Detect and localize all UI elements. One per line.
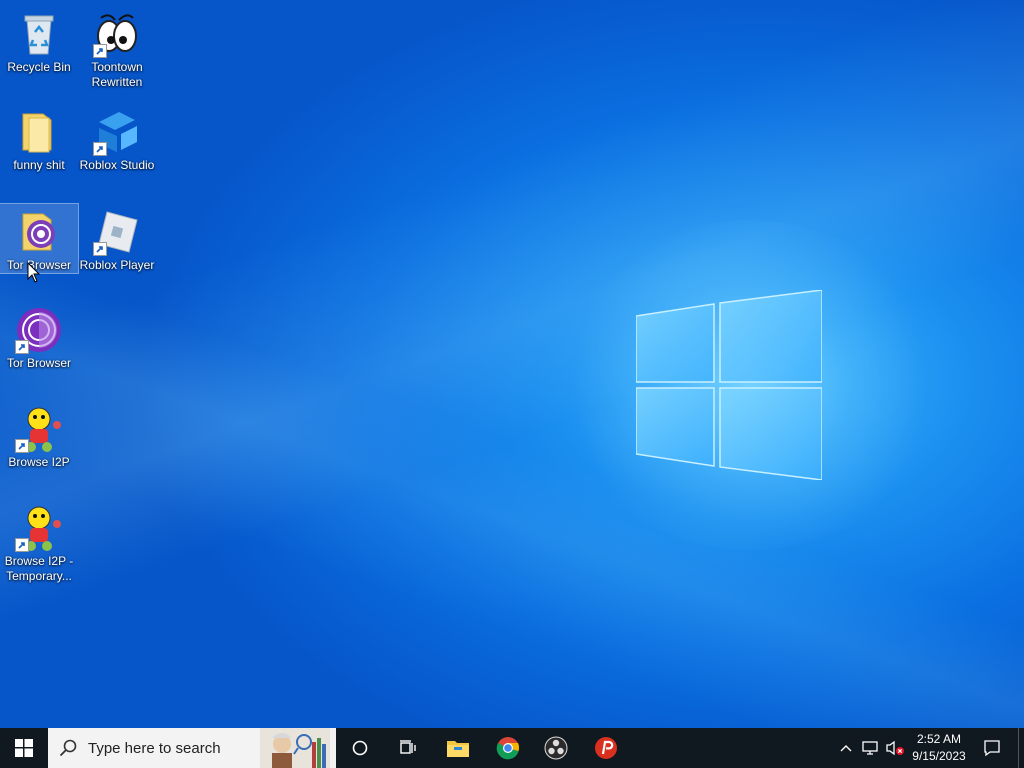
volume-muted-icon bbox=[886, 740, 904, 756]
desktop-icon-funny-shit[interactable]: funny shit bbox=[0, 104, 78, 173]
file-explorer-icon bbox=[447, 741, 469, 757]
i2p-icon bbox=[15, 405, 63, 453]
obs-button[interactable] bbox=[532, 728, 580, 768]
notification-icon bbox=[984, 740, 1000, 757]
shortcut-arrow-icon bbox=[93, 142, 107, 156]
i2p-icon bbox=[15, 504, 63, 552]
show-hidden-icons-button[interactable] bbox=[836, 728, 856, 768]
shortcut-arrow-icon bbox=[15, 538, 29, 552]
recycle-bin-icon bbox=[15, 10, 63, 58]
clock[interactable]: 2:52 AM 9/15/2023 bbox=[908, 728, 970, 768]
start-button[interactable] bbox=[0, 728, 48, 768]
desktop-icon-label: Recycle Bin bbox=[7, 60, 71, 74]
shortcut-arrow-icon bbox=[93, 242, 107, 256]
desktop-icon-label: Toontown Rewritten bbox=[91, 60, 143, 89]
desktop-icon-label: Browse I2P - Temporary... bbox=[4, 554, 74, 583]
chrome-icon bbox=[496, 737, 520, 760]
desktop-icon-label: Roblox Studio bbox=[79, 158, 155, 172]
network-icon bbox=[862, 741, 878, 755]
volume-button[interactable] bbox=[884, 728, 906, 768]
tor-browser-icon bbox=[15, 306, 63, 354]
psiphon-icon bbox=[595, 737, 617, 759]
task-view-icon bbox=[400, 740, 416, 754]
toontown-icon bbox=[93, 10, 141, 58]
shortcut-arrow-icon bbox=[93, 44, 107, 58]
desktop-icon-roblox-player[interactable]: Roblox Player bbox=[78, 204, 156, 273]
desktop-icon-browse-i2p[interactable]: Browse I2P bbox=[0, 401, 78, 470]
clock-time: 2:52 AM bbox=[916, 732, 961, 746]
obs-icon bbox=[544, 736, 568, 760]
desktop-icon-label: Browse I2P bbox=[8, 455, 70, 469]
desktop-icon-browse-i2p-temporary[interactable]: Browse I2P - Temporary... bbox=[0, 500, 78, 584]
network-button[interactable] bbox=[860, 728, 882, 768]
cortana-button[interactable] bbox=[336, 728, 384, 768]
chevron-up-icon bbox=[840, 745, 852, 752]
search-highlight-illustration-icon bbox=[260, 728, 330, 768]
shortcut-arrow-icon bbox=[15, 340, 29, 354]
desktop-icon-label: funny shit bbox=[13, 158, 65, 172]
roblox-studio-icon bbox=[93, 108, 141, 156]
tor-folder-icon bbox=[15, 208, 63, 256]
taskbar: Type here to search 2:52 AM 9/15/2023 bbox=[0, 728, 1024, 768]
desktop-icon-toontown-rewritten[interactable]: Toontown Rewritten bbox=[78, 6, 156, 90]
roblox-player-icon bbox=[93, 208, 141, 256]
task-view-button[interactable] bbox=[384, 728, 432, 768]
show-desktop-button[interactable] bbox=[1018, 728, 1024, 768]
file-explorer-button[interactable] bbox=[434, 728, 482, 768]
cortana-icon bbox=[352, 740, 368, 756]
folder-icon bbox=[15, 108, 63, 156]
search-icon bbox=[48, 728, 88, 768]
desktop-icon-roblox-studio[interactable]: Roblox Studio bbox=[78, 104, 156, 173]
windows-wallpaper-logo bbox=[636, 290, 822, 480]
desktop-icon-label: Tor Browser bbox=[6, 356, 71, 370]
chrome-button[interactable] bbox=[484, 728, 532, 768]
psiphon-button[interactable] bbox=[582, 728, 630, 768]
shortcut-arrow-icon bbox=[15, 439, 29, 453]
mouse-cursor-icon bbox=[27, 262, 41, 283]
desktop-icon-label: Roblox Player bbox=[79, 258, 155, 272]
windows-start-icon bbox=[15, 739, 33, 757]
clock-date: 9/15/2023 bbox=[912, 749, 966, 763]
taskbar-search-box[interactable]: Type here to search bbox=[48, 728, 336, 768]
action-center-button[interactable] bbox=[976, 728, 1008, 768]
search-placeholder: Type here to search bbox=[88, 739, 221, 757]
desktop-icon-recycle-bin[interactable]: Recycle Bin bbox=[0, 6, 78, 75]
desktop-icon-tor-browser[interactable]: Tor Browser bbox=[0, 302, 78, 371]
